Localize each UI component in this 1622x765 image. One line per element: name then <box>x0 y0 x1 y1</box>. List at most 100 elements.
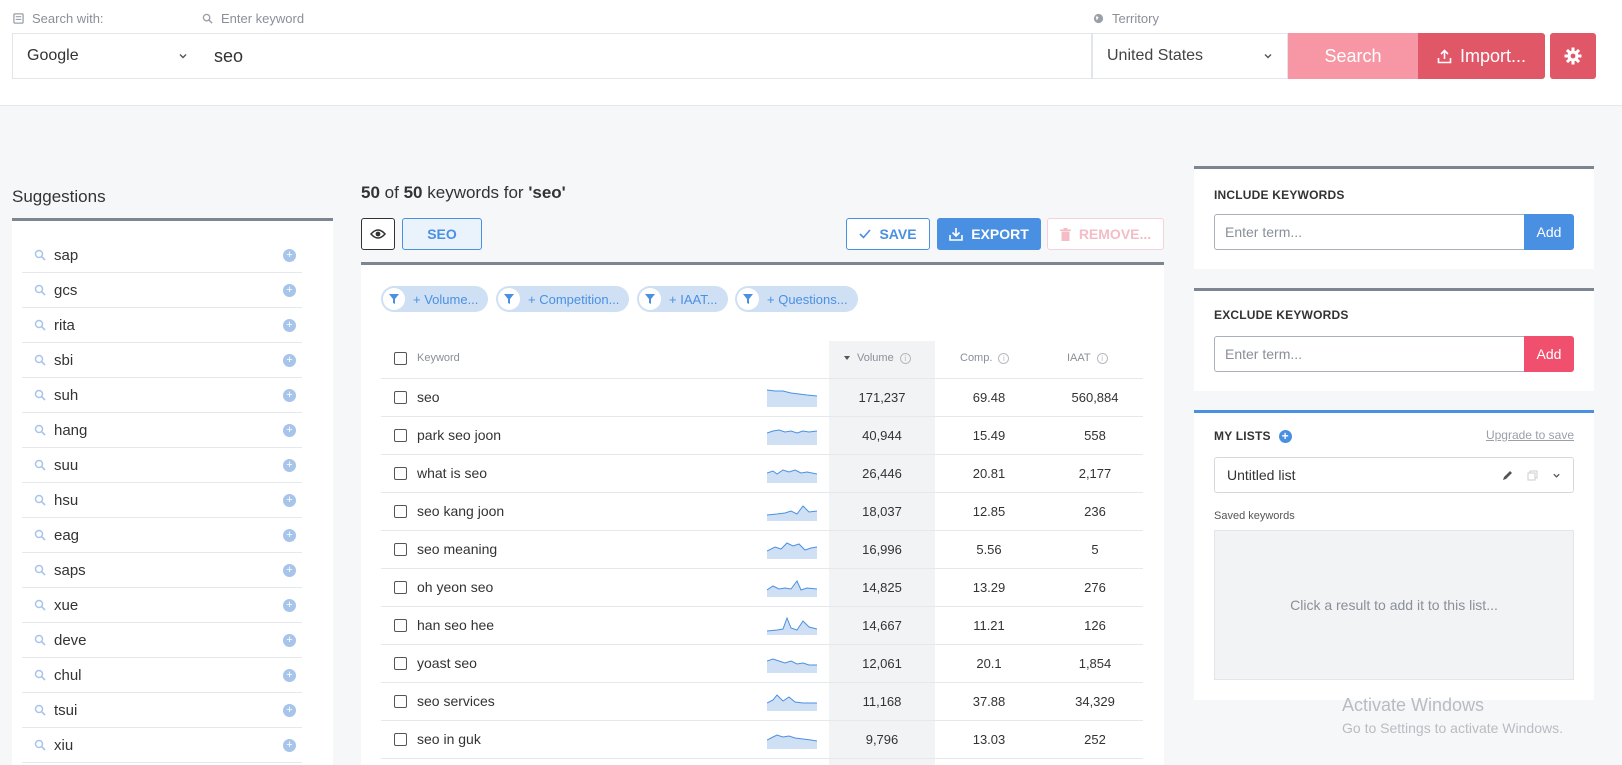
trend-sparkline <box>767 580 817 597</box>
row-checkbox[interactable] <box>394 619 407 632</box>
filter-chip[interactable]: + Questions... <box>735 286 858 312</box>
add-suggestion-icon[interactable]: + <box>283 633 296 647</box>
sort-desc-icon <box>844 356 850 360</box>
row-keyword: seo services <box>417 693 495 709</box>
include-add-button[interactable]: Add <box>1524 214 1574 250</box>
add-list-icon[interactable]: + <box>1278 429 1292 443</box>
search-icon <box>34 424 46 436</box>
row-checkbox[interactable] <box>394 429 407 442</box>
column-header-comp[interactable]: Comp. i <box>960 352 1010 364</box>
add-suggestion-icon[interactable]: + <box>283 738 296 752</box>
add-suggestion-icon[interactable]: + <box>283 528 296 542</box>
row-iaat: 276 <box>1084 580 1106 595</box>
settings-button[interactable] <box>1550 33 1596 79</box>
suggestion-item[interactable]: rita + <box>22 308 302 343</box>
search-icon <box>34 459 46 471</box>
row-checkbox[interactable] <box>394 505 407 518</box>
exclude-term-input[interactable]: Enter term... <box>1214 336 1525 372</box>
row-keyword: yoast seo <box>417 655 477 671</box>
toggle-visibility-button[interactable] <box>361 218 395 250</box>
engine-select[interactable]: Google <box>12 33 203 79</box>
add-suggestion-icon[interactable]: + <box>283 423 296 437</box>
add-suggestion-icon[interactable]: + <box>283 598 296 612</box>
list-select[interactable]: Untitled list <box>1214 457 1574 493</box>
save-button[interactable]: SAVE <box>846 218 930 250</box>
keyword-input[interactable]: seo <box>202 33 1092 79</box>
import-button[interactable]: Import... <box>1418 33 1545 79</box>
add-suggestion-icon[interactable]: + <box>283 493 296 507</box>
remove-button[interactable]: REMOVE... <box>1047 218 1164 250</box>
row-keyword: oh yeon seo <box>417 579 494 595</box>
add-suggestion-icon[interactable]: + <box>283 703 296 717</box>
export-button[interactable]: EXPORT <box>937 218 1041 250</box>
add-suggestion-icon[interactable]: + <box>283 318 296 332</box>
exclude-add-button[interactable]: Add <box>1524 336 1574 372</box>
table-row[interactable]: park seo joon 40,944 15.49 558 <box>381 417 1143 455</box>
chevron-down-icon[interactable] <box>1552 471 1561 480</box>
column-header-iaat[interactable]: IAAT i <box>1067 352 1108 364</box>
info-icon[interactable]: i <box>899 352 911 364</box>
upgrade-link[interactable]: Upgrade to save <box>1486 428 1574 442</box>
info-icon[interactable]: i <box>998 352 1010 364</box>
suggestion-item[interactable]: tsui + <box>22 693 302 728</box>
trend-sparkline <box>767 389 817 407</box>
search-button[interactable]: Search <box>1288 33 1418 79</box>
include-term-input[interactable]: Enter term... <box>1214 214 1525 250</box>
table-row[interactable]: yoast seo 12,061 20.1 1,854 <box>381 645 1143 683</box>
suggestion-item[interactable]: hang + <box>22 413 302 448</box>
suggestion-item[interactable]: hsu + <box>22 483 302 518</box>
suggestion-item[interactable]: suh + <box>22 378 302 413</box>
suggestions-title: Suggestions <box>12 187 106 206</box>
column-header-volume[interactable]: Volume i <box>843 352 911 364</box>
row-checkbox[interactable] <box>394 391 407 404</box>
add-suggestion-icon[interactable]: + <box>283 388 296 402</box>
table-row[interactable]: seo services 11,168 37.88 34,329 <box>381 683 1143 721</box>
seo-tag-button[interactable]: SEO <box>402 218 482 250</box>
row-checkbox[interactable] <box>394 467 407 480</box>
suggestion-item[interactable]: saps + <box>22 553 302 588</box>
add-suggestion-icon[interactable]: + <box>283 353 296 367</box>
suggestion-item[interactable]: deve + <box>22 623 302 658</box>
row-comp: 37.88 <box>972 694 1006 709</box>
add-suggestion-icon[interactable]: + <box>283 668 296 682</box>
table-row[interactable]: seo meaning 16,996 5.56 5 <box>381 531 1143 569</box>
column-header-keyword[interactable]: Keyword <box>417 352 460 364</box>
territory-select[interactable]: United States <box>1092 33 1288 79</box>
pencil-icon[interactable] <box>1502 470 1513 481</box>
row-checkbox[interactable] <box>394 695 407 708</box>
trash-icon <box>1059 227 1071 241</box>
suggestion-label: sap <box>54 246 79 264</box>
info-icon[interactable]: i <box>1096 352 1108 364</box>
suggestion-item[interactable]: xiu + <box>22 728 302 763</box>
row-checkbox[interactable] <box>394 733 407 746</box>
eye-icon <box>370 229 386 239</box>
suggestion-item[interactable]: xue + <box>22 588 302 623</box>
add-suggestion-icon[interactable]: + <box>283 458 296 472</box>
add-suggestion-icon[interactable]: + <box>283 248 296 262</box>
row-checkbox[interactable] <box>394 657 407 670</box>
add-suggestion-icon[interactable]: + <box>283 283 296 297</box>
suggestion-item[interactable]: sbi + <box>22 343 302 378</box>
copy-icon[interactable] <box>1527 470 1538 481</box>
row-checkbox[interactable] <box>394 543 407 556</box>
suggestion-item[interactable]: gcs + <box>22 273 302 308</box>
suggestion-item[interactable]: chul + <box>22 658 302 693</box>
filter-icon <box>383 288 405 310</box>
suggestion-item[interactable]: eag + <box>22 518 302 553</box>
suggestion-item[interactable]: sap + <box>22 238 302 273</box>
suggestion-item[interactable]: suu + <box>22 448 302 483</box>
select-all-checkbox[interactable] <box>394 352 407 365</box>
filter-chip[interactable]: + Competition... <box>496 286 630 312</box>
table-row[interactable]: seo kang joon 18,037 12.85 236 <box>381 493 1143 531</box>
table-row[interactable]: han seo hee 14,667 11.21 126 <box>381 607 1143 645</box>
row-checkbox[interactable] <box>394 581 407 594</box>
table-row[interactable]: seo 171,237 69.48 560,884 <box>381 379 1143 417</box>
table-row[interactable]: seo in guk 9,796 13.03 252 <box>381 721 1143 759</box>
saved-keywords-box[interactable]: Click a result to add it to this list... <box>1214 530 1574 680</box>
filter-chip[interactable]: + IAAT... <box>637 286 728 312</box>
filter-chip[interactable]: + Volume... <box>381 286 489 312</box>
trend-sparkline <box>767 658 817 673</box>
table-row[interactable]: oh yeon seo 14,825 13.29 276 <box>381 569 1143 607</box>
table-row[interactable]: what is seo 26,446 20.81 2,177 <box>381 455 1143 493</box>
add-suggestion-icon[interactable]: + <box>283 563 296 577</box>
